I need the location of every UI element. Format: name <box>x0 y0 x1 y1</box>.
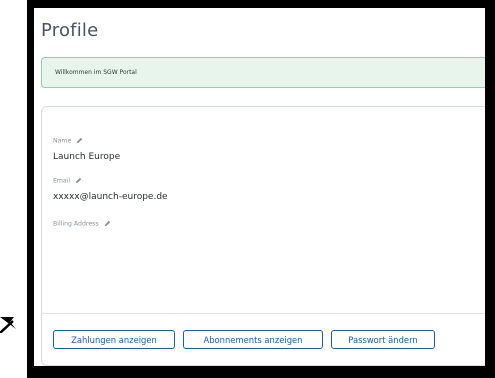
show-payments-button[interactable]: Zahlungen anzeigen <box>53 330 175 349</box>
name-value: Launch Europe <box>53 152 121 162</box>
edit-email-pencil-icon[interactable] <box>75 177 82 184</box>
show-subscriptions-button[interactable]: Abonnements anzeigen <box>183 330 323 349</box>
welcome-alert: Willkommen im SGW Portal <box>41 57 485 88</box>
page-title: Profile <box>41 20 99 41</box>
email-field-label-row: Email <box>53 177 82 185</box>
card-divider <box>42 313 485 314</box>
change-password-button[interactable]: Passwort ändern <box>331 330 435 349</box>
email-label: Email <box>53 177 71 185</box>
email-value: xxxxx@launch-europe.de <box>53 192 168 202</box>
name-label: Name <box>53 137 72 145</box>
billing-field-label-row: Billing Address <box>53 220 111 228</box>
profile-card: Name Launch Europe Email xxxxx@launch-eu… <box>41 106 485 366</box>
name-field-label-row: Name <box>53 137 83 145</box>
annotation-arrow-icon <box>0 317 16 333</box>
profile-page: Profile Willkommen im SGW Portal Name La… <box>34 8 485 366</box>
edit-name-pencil-icon[interactable] <box>76 137 83 144</box>
edit-billing-pencil-icon[interactable] <box>104 220 111 227</box>
billing-address-label: Billing Address <box>53 220 99 228</box>
alert-message: Willkommen im SGW Portal <box>55 69 137 76</box>
